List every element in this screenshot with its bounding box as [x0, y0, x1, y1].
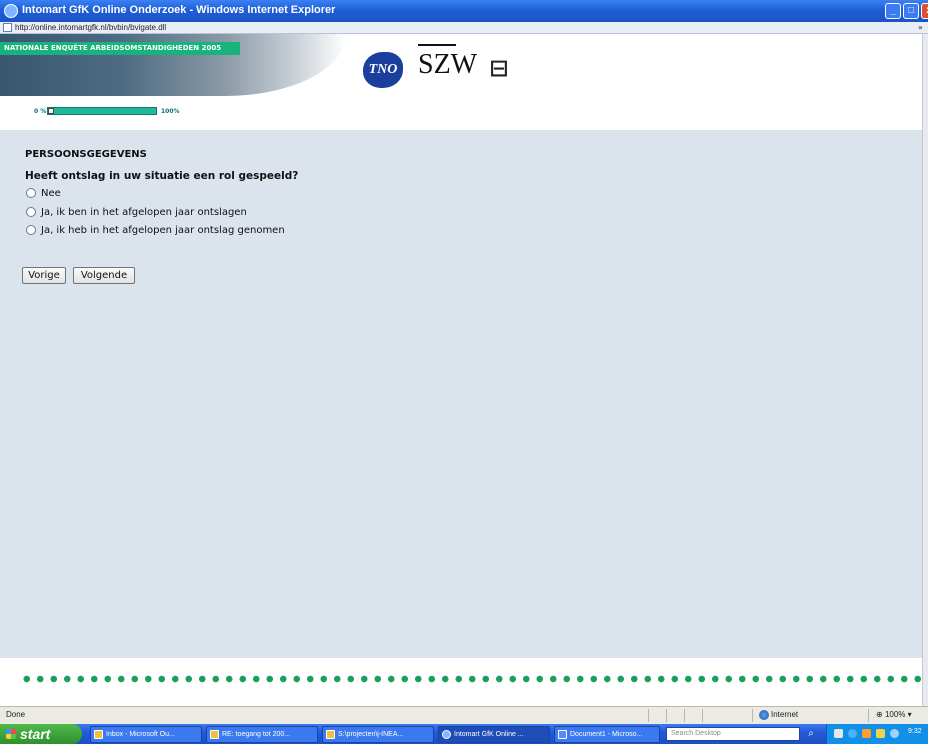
- banner-label: NATIONALE ENQUÊTE ARBEIDSOMSTANDIGHEDEN …: [0, 42, 240, 55]
- task-intomart-ie[interactable]: Intomart GfK Online ...: [438, 726, 550, 743]
- folder-icon: [326, 730, 335, 739]
- option-label: Ja, ik ben in het afgelopen jaar ontslag…: [41, 207, 247, 218]
- outlook-icon: [94, 730, 103, 739]
- security-zone: Internet: [771, 710, 799, 719]
- question-text: Heeft ontslag in uw situatie een rol ges…: [25, 170, 299, 182]
- ie-icon: [442, 730, 451, 739]
- task-projecten-folder[interactable]: S:\projecten\j-INEA...: [322, 726, 434, 743]
- cbs-logo: ⊟: [490, 51, 509, 86]
- task-outlook-inbox[interactable]: Inbox - Microsoft Ou...: [90, 726, 202, 743]
- desktop-search-input[interactable]: Search Desktop: [666, 727, 800, 741]
- section-title: PERSOONSGEGEVENS: [25, 149, 147, 160]
- email-icon: [210, 730, 219, 739]
- status-divider: [684, 709, 685, 722]
- status-divider: [868, 709, 869, 722]
- zoom-value: 100%: [884, 710, 906, 719]
- minimize-button[interactable]: _: [885, 3, 901, 19]
- word-icon: [558, 730, 567, 739]
- option-label: Nee: [41, 188, 61, 199]
- globe-icon: [759, 710, 769, 720]
- radio-button[interactable]: [26, 225, 36, 235]
- szw-logo: SZW: [418, 44, 477, 88]
- option-ontslagen[interactable]: Ja, ik ben in het afgelopen jaar ontslag…: [26, 206, 247, 220]
- zoom-level[interactable]: ⊕ 100% ▾: [876, 710, 912, 719]
- progress-marker: [48, 108, 54, 114]
- volume-icon[interactable]: [890, 729, 899, 738]
- radio-button[interactable]: [26, 207, 36, 217]
- clock[interactable]: 9:32: [908, 728, 922, 735]
- radio-button[interactable]: [26, 188, 36, 198]
- status-text: Done: [6, 710, 26, 719]
- window-title: Intomart GfK Online Onderzoek - Windows …: [22, 4, 336, 16]
- close-button[interactable]: x: [921, 3, 928, 19]
- status-bar: Done Internet ⊕ 100% ▾: [0, 706, 928, 724]
- next-button[interactable]: Volgende: [73, 267, 135, 284]
- task-re-toegang[interactable]: RE: toegang tot 200...: [206, 726, 318, 743]
- task-label: S:\projecten\j-INEA...: [338, 731, 404, 738]
- chevron-right-icon[interactable]: »: [918, 22, 923, 34]
- address-bar[interactable]: http://online.intomartgfk.nl/bvbin/bviga…: [0, 22, 928, 34]
- printer-icon[interactable]: [834, 729, 843, 738]
- tno-logo: TNO: [363, 52, 403, 88]
- szw-logo-text: SZW: [418, 49, 478, 80]
- maximize-button[interactable]: □: [903, 3, 919, 19]
- status-divider: [648, 709, 649, 722]
- page-icon: [3, 23, 12, 32]
- option-label: Ja, ik heb in het afgelopen jaar ontslag…: [41, 225, 285, 236]
- progress-end-label: 100%: [161, 108, 180, 115]
- status-divider: [666, 709, 667, 722]
- option-nee[interactable]: Nee: [26, 187, 61, 201]
- progress-start-label: 0 %: [34, 108, 47, 115]
- status-divider: [702, 709, 703, 722]
- network-icon[interactable]: [848, 729, 857, 738]
- task-label: Intomart GfK Online ...: [454, 731, 524, 738]
- previous-button[interactable]: Vorige: [22, 267, 66, 284]
- tray-app-icon[interactable]: [876, 729, 885, 738]
- task-document1-word[interactable]: Document1 - Microso...: [554, 726, 660, 743]
- dotted-divider: [20, 674, 922, 684]
- option-ontslag-genomen[interactable]: Ja, ik heb in het afgelopen jaar ontslag…: [26, 224, 285, 238]
- task-label: Document1 - Microso...: [570, 731, 643, 738]
- address-url[interactable]: http://online.intomartgfk.nl/bvbin/bviga…: [15, 22, 166, 34]
- windows-flag-icon: [6, 729, 16, 739]
- ie-icon: [4, 4, 18, 18]
- task-label: RE: toegang tot 200...: [222, 731, 291, 738]
- vertical-scrollbar[interactable]: [922, 34, 928, 706]
- task-label: Inbox - Microsoft Ou...: [106, 731, 175, 738]
- search-icon[interactable]: ⌕: [804, 727, 818, 741]
- status-divider: [752, 709, 753, 722]
- security-icon[interactable]: [862, 729, 871, 738]
- window-titlebar[interactable]: Intomart GfK Online Onderzoek - Windows …: [0, 0, 928, 22]
- progress-bar: [47, 107, 157, 115]
